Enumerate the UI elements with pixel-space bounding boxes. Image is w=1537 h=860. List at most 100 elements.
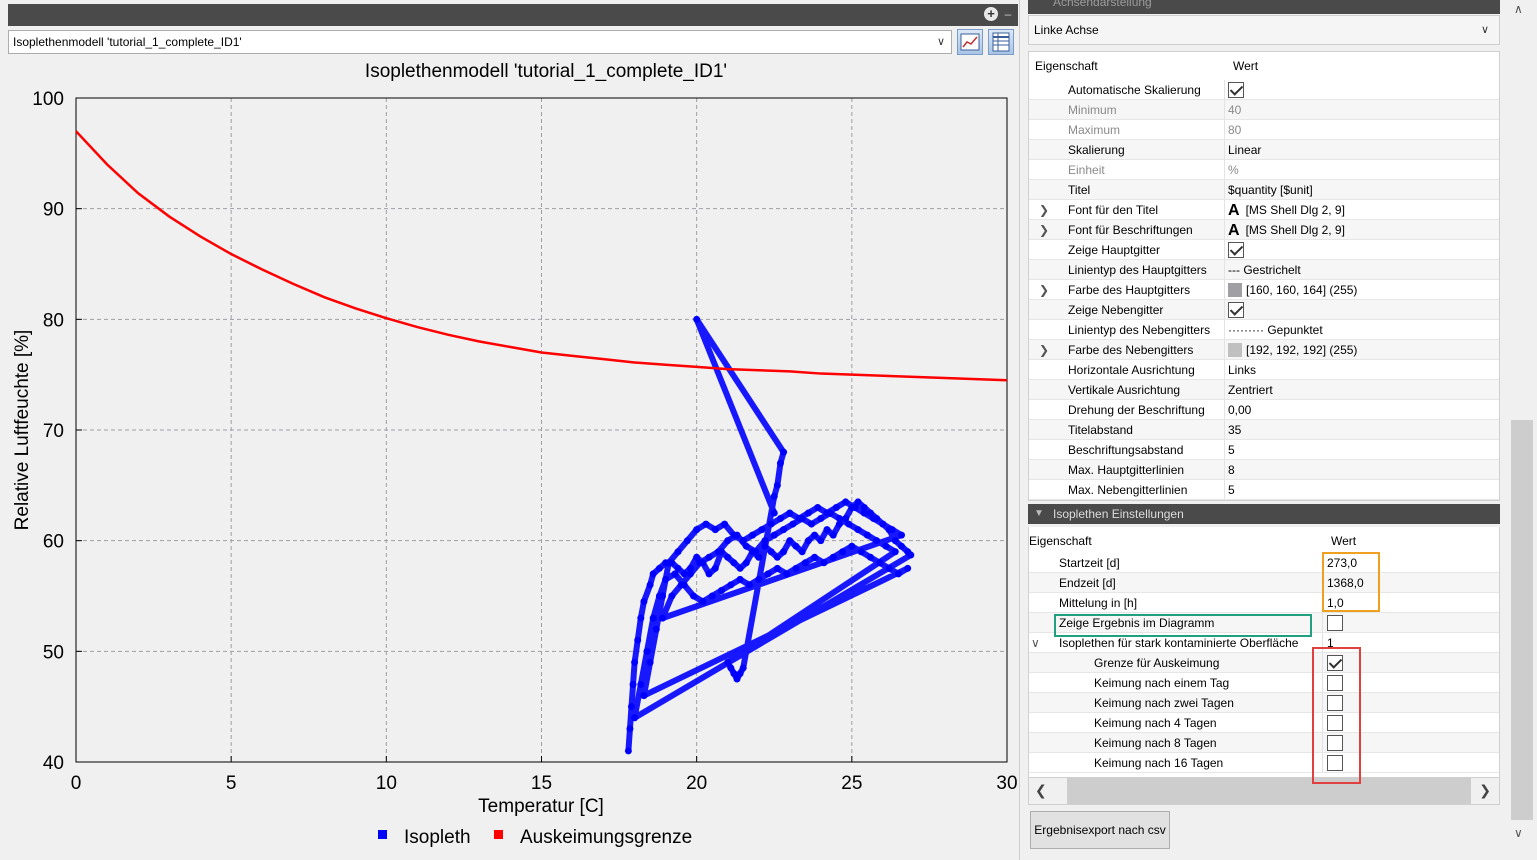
property-value-cell[interactable]: 5 [1228, 440, 1498, 459]
property-row[interactable]: Zeige Hauptgitter [1029, 240, 1499, 260]
property-value-cell[interactable]: 1 [1327, 633, 1499, 652]
checkbox-unchecked[interactable] [1327, 714, 1343, 731]
checkbox-checked[interactable] [1228, 81, 1244, 98]
property-row[interactable]: Horizontale Ausrichtung Links [1029, 360, 1499, 380]
property-row[interactable]: ❯ Font für den Titel A [MS Shell Dlg 2, 9] [1029, 200, 1499, 220]
minimize-icon[interactable]: – [1002, 7, 1014, 21]
property-value-cell[interactable]: --- Gestrichelt [1228, 260, 1498, 279]
property-value-cell[interactable]: Links [1228, 360, 1498, 379]
property-value-cell[interactable]: $quantity [$unit] [1228, 180, 1498, 199]
property-row[interactable]: ❯ Farbe des Hauptgitters [160, 160, 164] (… [1029, 280, 1499, 300]
axis-section-header[interactable]: Achsendarstellung [1028, 0, 1500, 14]
property-value-cell[interactable]: 0,00 [1228, 400, 1498, 419]
property-row[interactable]: Skalierung Linear [1029, 140, 1499, 160]
property-row[interactable]: Vertikale Ausrichtung Zentriert [1029, 380, 1499, 400]
expand-right-icon[interactable]: ❯ [1039, 280, 1049, 299]
property-value-cell[interactable]: [192, 192, 192] (255) [1228, 340, 1498, 359]
checkbox-unchecked[interactable] [1327, 614, 1343, 631]
property-value-cell[interactable] [1228, 300, 1498, 319]
property-value-cell[interactable]: 1,0 [1327, 593, 1499, 612]
property-value-cell[interactable]: 8 [1228, 460, 1498, 479]
property-row[interactable]: Linientyp des Nebengitters ········· Gepu… [1029, 320, 1499, 340]
property-value-cell[interactable] [1327, 733, 1499, 752]
checkbox-checked[interactable] [1228, 241, 1244, 258]
property-row[interactable]: Mittelung in [h] 1,0 [1029, 593, 1499, 613]
vertical-scrollbar[interactable]: ∧ ∨ [1505, 0, 1536, 845]
property-value-cell[interactable]: 273,0 [1327, 553, 1499, 572]
property-row[interactable]: ❯ Farbe des Nebengitters [192, 192, 192] (… [1029, 340, 1499, 360]
vertical-scroll-thumb[interactable] [1511, 420, 1533, 820]
isopleth-section-header[interactable]: ▼ Isoplethen Einstellungen [1028, 504, 1500, 524]
axis-select[interactable]: Linke Achse ∨ [1028, 15, 1500, 45]
property-row[interactable]: Zeige Ergebnis im Diagramm [1029, 613, 1499, 633]
property-value-cell[interactable]: Zentriert [1228, 380, 1498, 399]
checkbox-unchecked[interactable] [1327, 754, 1343, 771]
property-value-cell[interactable] [1327, 753, 1499, 772]
property-value-cell[interactable] [1228, 240, 1498, 259]
property-row[interactable]: ∨ Isoplethen für stark kontaminierte Ober… [1029, 633, 1499, 653]
scroll-left-icon[interactable]: ❮ [1035, 782, 1047, 799]
property-value-cell[interactable]: % [1228, 160, 1498, 179]
property-value-cell[interactable]: Linear [1228, 140, 1498, 159]
property-value-cell[interactable] [1327, 673, 1499, 692]
property-row[interactable]: Einheit% [1029, 160, 1499, 180]
property-label: Grenze für Auskeimung [1094, 656, 1220, 670]
table-view-button[interactable] [988, 29, 1014, 55]
expand-right-icon[interactable]: ❯ [1039, 220, 1049, 239]
property-value-cell[interactable] [1327, 653, 1499, 672]
property-value-cell[interactable]: [160, 160, 164] (255) [1228, 280, 1498, 299]
add-icon[interactable]: + [984, 7, 998, 21]
property-row[interactable]: Keimung nach 16 Tagen [1029, 753, 1499, 773]
isopleth-point [733, 531, 741, 539]
checkbox-unchecked[interactable] [1327, 694, 1343, 711]
horizontal-scrollbar[interactable]: ❮ ❯ [1028, 777, 1500, 805]
property-row[interactable]: Max. Nebengitterlinien 5 [1029, 480, 1499, 500]
property-value-cell[interactable] [1327, 613, 1499, 632]
property-value-cell[interactable]: 5 [1228, 480, 1498, 499]
property-value-cell[interactable] [1327, 693, 1499, 712]
property-row[interactable]: Automatische Skalierung [1029, 80, 1499, 100]
property-value-cell[interactable]: 40 [1228, 100, 1498, 119]
property-value-cell[interactable]: A [MS Shell Dlg 2, 9] [1228, 200, 1498, 219]
property-row[interactable]: ❯ Font für Beschriftungen A [MS Shell Dlg 2… [1029, 220, 1499, 240]
property-value-cell[interactable]: A [MS Shell Dlg 2, 9] [1228, 220, 1498, 239]
property-row[interactable]: Titelabstand 35 [1029, 420, 1499, 440]
scroll-down-icon[interactable]: ∨ [1514, 826, 1523, 840]
property-value-cell[interactable]: ········· Gepunktet [1228, 320, 1498, 339]
expand-down-icon[interactable]: ∨ [1031, 633, 1040, 652]
property-row[interactable]: Grenze für Auskeimung [1029, 653, 1499, 673]
property-row[interactable]: Keimung nach zwei Tagen [1029, 693, 1499, 713]
property-row[interactable]: Endzeit [d] 1368,0 [1029, 573, 1499, 593]
property-value-cell[interactable]: 80 [1228, 120, 1498, 139]
model-select[interactable]: Isoplethenmodell 'tutorial_1_complete_ID… [8, 30, 952, 54]
property-row[interactable]: Max. Hauptgitterlinien 8 [1029, 460, 1499, 480]
property-row[interactable]: Minimum 40 [1029, 100, 1499, 120]
checkbox-unchecked[interactable] [1327, 674, 1343, 691]
property-row[interactable]: Beschriftungsabstand 5 [1029, 440, 1499, 460]
property-row[interactable]: Startzeit [d] 273,0 [1029, 553, 1499, 573]
property-value-cell[interactable]: 35 [1228, 420, 1498, 439]
property-row[interactable]: Drehung der Beschriftung 0,00 [1029, 400, 1499, 420]
property-value-cell[interactable] [1228, 80, 1498, 99]
checkbox-checked[interactable] [1228, 301, 1244, 318]
horizontal-scroll-thumb[interactable] [1067, 778, 1471, 804]
checkbox-unchecked[interactable] [1327, 734, 1343, 751]
chart-view-button[interactable] [957, 29, 983, 55]
csv-export-button[interactable]: Ergebnisexport nach csv [1030, 811, 1170, 849]
expand-right-icon[interactable]: ❯ [1039, 340, 1049, 359]
property-row[interactable]: Keimung nach einem Tag [1029, 673, 1499, 693]
isopleth-point [721, 520, 729, 528]
checkbox-checked[interactable] [1327, 654, 1343, 671]
property-row[interactable]: Titel $quantity [$unit] [1029, 180, 1499, 200]
scroll-up-icon[interactable]: ∧ [1514, 2, 1523, 16]
property-row[interactable]: Keimung nach 8 Tagen [1029, 733, 1499, 753]
property-value-cell[interactable] [1327, 713, 1499, 732]
property-row[interactable]: Keimung nach 4 Tagen [1029, 713, 1499, 733]
expand-right-icon[interactable]: ❯ [1039, 200, 1049, 219]
property-value-cell[interactable]: 1368,0 [1327, 573, 1499, 592]
property-name-cell: ❯ Farbe des Hauptgitters [1029, 280, 1225, 299]
property-row[interactable]: Zeige Nebengitter [1029, 300, 1499, 320]
property-row[interactable]: Linientyp des Hauptgitters --- Gestrichel… [1029, 260, 1499, 280]
scroll-right-icon[interactable]: ❯ [1479, 782, 1491, 799]
property-row[interactable]: Maximum 80 [1029, 120, 1499, 140]
